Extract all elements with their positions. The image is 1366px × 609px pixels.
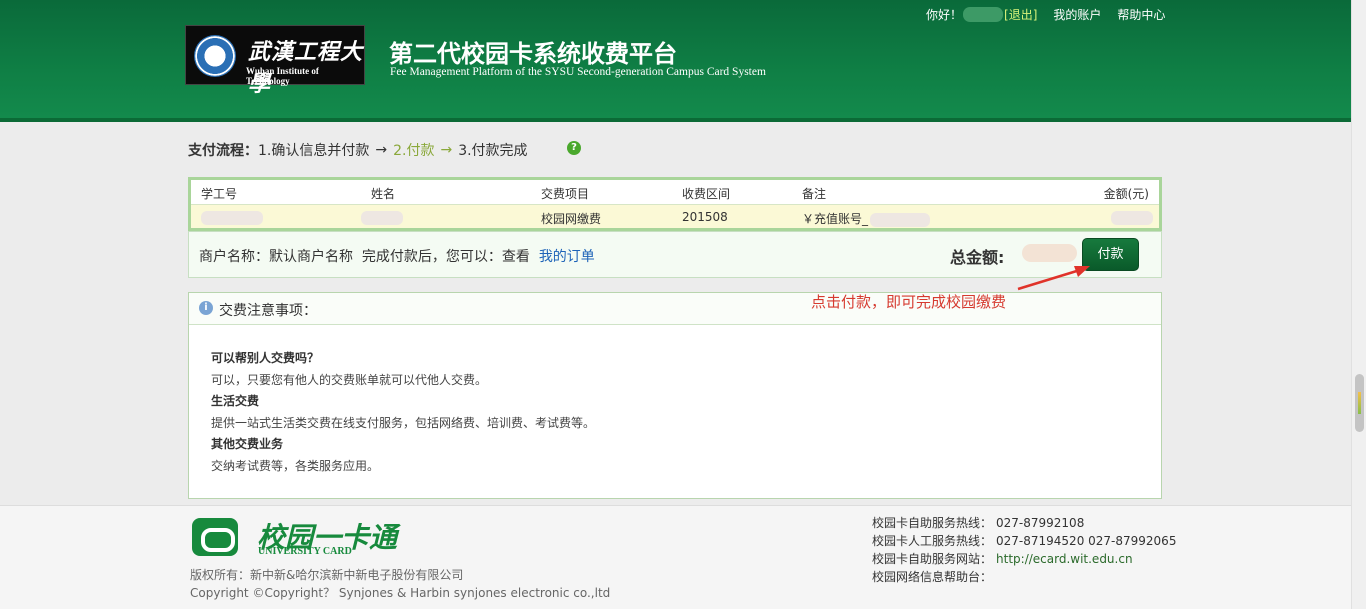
hotline-label: 校园网络信息帮助台： bbox=[872, 570, 993, 584]
flow-step-complete: 3.付款完成 bbox=[458, 143, 528, 159]
notice-title: 交费注意事项： bbox=[219, 303, 317, 319]
header: 武漢工程大學 Wuhan Institute of Technology 第二代… bbox=[0, 0, 1351, 122]
remark-text: ￥充值账号_ bbox=[802, 212, 869, 226]
hotline-item: 校园卡自助服务热线： 027-87992108 bbox=[872, 514, 1176, 532]
help-question-icon[interactable]: ? bbox=[567, 141, 581, 155]
hotline-value: 027-87992108 bbox=[996, 516, 1085, 530]
top-nav: 你好！ [退出] 我的账户 帮助中心 bbox=[926, 6, 1165, 23]
my-orders-link[interactable]: 我的订单 bbox=[539, 249, 595, 265]
flow-step-pay: 2.付款 bbox=[393, 143, 435, 159]
merchant-name: 商户名称：默认商户名称 bbox=[199, 249, 353, 265]
flow-label: 支付流程： bbox=[188, 143, 258, 159]
cell-period: 201508 bbox=[682, 210, 728, 224]
hotline-value: 027-87194520 027-87992065 bbox=[996, 534, 1177, 548]
flow-step-confirm: 1.确认信息并付款 bbox=[258, 143, 370, 159]
hotline-item: 校园网络信息帮助台： bbox=[872, 568, 1176, 586]
hotline-label: 校园卡自助服务网站： bbox=[872, 552, 993, 566]
cell-item: 校园网缴费 bbox=[541, 212, 602, 226]
notice-panel: i 交费注意事项： 可以帮别人交费吗？ 可以，只要您有他人的交费账单就可以代他人… bbox=[188, 292, 1162, 499]
faq-answer: 可以，只要您有他人的交费账单就可以代他人交费。 bbox=[211, 373, 488, 387]
after-pay-text: 完成付款后，您可以：查看 bbox=[361, 249, 530, 265]
scrollbar-thumb[interactable] bbox=[1355, 374, 1364, 432]
faq-item: 可以帮别人交费吗？ 可以，只要您有他人的交费账单就可以代他人交费。 bbox=[211, 349, 487, 388]
cell-remark: ￥充值账号_ bbox=[802, 210, 931, 227]
annotation-text: 点击付款，即可完成校园缴费 bbox=[811, 293, 1007, 311]
col-header-remark: 备注 bbox=[802, 187, 827, 201]
my-account-link[interactable]: 我的账户 bbox=[1053, 6, 1101, 23]
campus-card-logo-icon bbox=[192, 518, 238, 556]
faq-item: 生活交费 提供一站式生活类交费在线支付服务，包括网络费、培训费、考试费等。 bbox=[211, 392, 595, 431]
copyright-line-1: 版权所有：新中新&哈尔滨新中新电子股份有限公司 bbox=[190, 568, 464, 582]
logo-english-name: Wuhan Institute of Technology bbox=[246, 66, 319, 86]
hotline-item: 校园卡人工服务热线： 027-87194520 027-87992065 bbox=[872, 532, 1176, 550]
footer: 校园一卡通 UNIVERSITY CARD 版权所有：新中新&哈尔滨新中新电子股… bbox=[0, 505, 1351, 609]
faq-answer: 提供一站式生活类交费在线支付服务，包括网络费、培训费、考试费等。 bbox=[211, 416, 596, 430]
vertical-scrollbar[interactable] bbox=[1351, 0, 1366, 609]
logout-link[interactable]: [退出] bbox=[1004, 6, 1037, 23]
amount-redacted bbox=[1111, 210, 1153, 225]
student-id-redacted bbox=[201, 210, 263, 225]
faq-question: 生活交费 bbox=[211, 394, 260, 408]
copyright: 版权所有：新中新&哈尔滨新中新电子股份有限公司 Copyright ©Copyr… bbox=[190, 566, 610, 602]
total-amount-label: 总金额: bbox=[950, 248, 1005, 267]
username-redacted bbox=[963, 7, 1004, 22]
hotline-item: 校园卡自助服务网站： http://ecard.wit.edu.cn bbox=[872, 550, 1176, 568]
faq-item: 其他交费业务 交纳考试费等，各类服务应用。 bbox=[211, 435, 379, 474]
university-seal-icon bbox=[194, 35, 236, 77]
university-logo[interactable]: 武漢工程大學 Wuhan Institute of Technology bbox=[185, 25, 365, 97]
hotline-label: 校园卡自助服务热线： bbox=[872, 516, 993, 530]
platform-subtitle: Fee Management Platform of the SYSU Seco… bbox=[390, 66, 766, 78]
table-header-row: 学工号 姓名 交费项目 收费区间 备注 金额(元) bbox=[191, 180, 1159, 204]
total-amount-redacted bbox=[1022, 244, 1077, 262]
annotation-arrow-icon bbox=[1017, 266, 1090, 291]
col-header-amount: 金额(元) bbox=[1103, 187, 1149, 201]
notice-header: i 交费注意事项： bbox=[189, 293, 1161, 325]
flow-arrow: → bbox=[440, 142, 453, 158]
name-redacted bbox=[361, 210, 403, 225]
col-header-item: 交费项目 bbox=[541, 187, 590, 201]
help-center-link[interactable]: 帮助中心 bbox=[1117, 6, 1165, 23]
table-row: 校园网缴费 201508 ￥充值账号_ bbox=[191, 204, 1159, 228]
col-header-name: 姓名 bbox=[371, 187, 396, 201]
copyright-line-2: Copyright ©Copyright？ Synjones & Harbin … bbox=[190, 586, 611, 600]
card-english-name: UNIVERSITY CARD bbox=[258, 546, 352, 557]
info-icon: i bbox=[199, 301, 213, 315]
order-table: 学工号 姓名 交费项目 收费区间 备注 金额(元) 校园网缴费 201508 ￥… bbox=[188, 177, 1162, 231]
payment-flow: 支付流程： 1.确认信息并付款 → 2.付款 → 3.付款完成 bbox=[188, 140, 528, 160]
platform-title: 第二代校园卡系统收费平台 bbox=[389, 40, 677, 68]
merchant-info: 商户名称：默认商户名称 完成付款后，您可以：查看 我的订单 bbox=[199, 246, 595, 266]
hotline-label: 校园卡人工服务热线： bbox=[872, 534, 993, 548]
col-header-period: 收费区间 bbox=[682, 187, 731, 201]
faq-question: 其他交费业务 bbox=[211, 437, 284, 451]
col-header-student-id: 学工号 bbox=[201, 187, 238, 201]
faq-question: 可以帮别人交费吗？ bbox=[211, 351, 320, 365]
greeting-text: 你好！ bbox=[926, 8, 963, 22]
service-website-link[interactable]: http://ecard.wit.edu.cn bbox=[996, 552, 1133, 566]
flow-arrow: → bbox=[375, 142, 388, 158]
hotlines: 校园卡自助服务热线： 027-87992108 校园卡人工服务热线： 027-871… bbox=[872, 514, 1176, 586]
faq-answer: 交纳考试费等，各类服务应用。 bbox=[211, 459, 380, 473]
